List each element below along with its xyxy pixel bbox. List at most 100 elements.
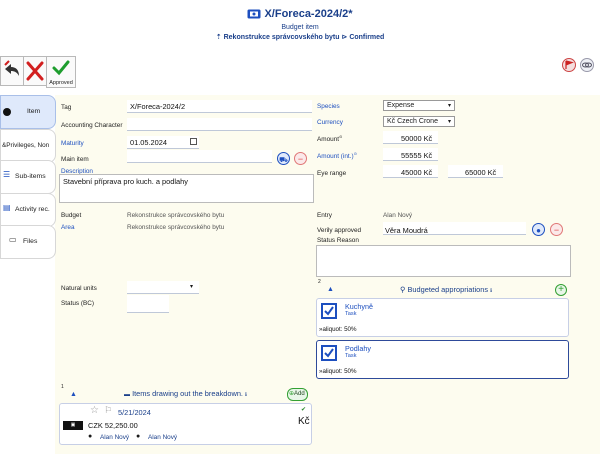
breadcrumb-project[interactable]: Rekonstrukce správcovského bytu [224, 34, 340, 41]
main-item-field[interactable] [127, 150, 272, 163]
add-appropriation-button[interactable]: + [555, 284, 567, 296]
chevron-down-icon: ▾ [447, 103, 451, 109]
appropriation-aliquot: »aliquot: 50% [319, 326, 357, 333]
header-title: X/Foreca-2024/2* [0, 8, 600, 20]
info-icon: ℹ [490, 288, 492, 294]
maturity-value: 01.05.2024 [130, 138, 167, 147]
eye-range-from-value: 45000 Kč [401, 168, 433, 177]
appropriation-title: Podlahy [345, 344, 371, 353]
undo-button[interactable] [0, 56, 24, 86]
status-bc-field[interactable] [127, 295, 169, 313]
pick-main-item-button[interactable]: ⛟ [277, 152, 290, 165]
description-field[interactable]: Stavební přípravа pro kuch. a podlahy [59, 174, 314, 203]
amount-value: 50000 Kč [401, 134, 433, 143]
accounting-label: Accounting Character [61, 122, 123, 129]
chevron-down-icon[interactable]: ▾ [190, 283, 193, 290]
drawing-currency: Kč [298, 416, 310, 427]
description-value: Stavební přípravа pro kuch. a podlahy [63, 177, 188, 186]
drawing-title: ▬ Items drawing out the breakdown. ℹ [124, 389, 247, 398]
link-icon[interactable] [580, 58, 594, 72]
currency-label: Currency [317, 119, 343, 126]
hierarchy-icon: ⇡ [215, 34, 222, 41]
currency-select[interactable]: Kč Czech Crone ▾ [383, 116, 455, 127]
entry-value: Alan Nový [383, 212, 413, 219]
sidebar-item-activity[interactable]: ▤ Activity rec. [0, 193, 56, 227]
drawing-card[interactable]: ☆ ⚐ 5/21/2024 ▣ CZK 52,250.00 ✔ Kč ● Ala… [59, 403, 312, 445]
user-icon: ● [536, 226, 541, 235]
minus-icon: − [297, 154, 304, 164]
appropriation-type: Task [345, 353, 357, 359]
add-drawing-button[interactable]: ⊕Add [287, 388, 308, 401]
eye-range-label: Eye range [317, 170, 347, 177]
clear-main-item-button[interactable]: − [294, 152, 307, 165]
eye-range-to-value: 65000 Kč [465, 168, 497, 177]
species-label: Species [317, 103, 340, 110]
amount-label: Amount⊙ [317, 134, 343, 144]
sidebar-item-privileges[interactable]: &Privileges, Non [0, 129, 56, 163]
species-value: Expense [387, 102, 415, 109]
checkbox-checked-icon[interactable] [321, 303, 337, 319]
tag-value: X/Foreca-2024/2 [130, 102, 186, 111]
undo-icon [4, 60, 19, 76]
minus-icon: − [553, 225, 560, 235]
flag-icon[interactable] [562, 58, 576, 72]
pick-user-button[interactable]: ● [532, 223, 545, 236]
sidebar-item-label: Sub-items [15, 173, 46, 180]
verily-label: Verily approved [317, 227, 362, 234]
check-small-icon: ✔ [301, 407, 307, 413]
close-icon [26, 61, 44, 81]
tag-label: Tag [61, 104, 72, 111]
collapse-icon[interactable]: ▲ [70, 391, 77, 398]
appropriation-title: Kuchyně [345, 302, 373, 311]
sidebar-item-label: Files [23, 238, 38, 245]
area-label: Area [61, 224, 75, 231]
calendar-icon[interactable] [190, 138, 197, 145]
currency-value: Kč Czech Crone [387, 118, 438, 125]
entry-label: Entry [317, 212, 332, 219]
sidebar-item-files[interactable]: ▭ Files [0, 225, 56, 259]
sidebar-item-item[interactable]: Item [0, 95, 56, 129]
species-select[interactable]: Expense ▾ [383, 100, 455, 111]
sidebar-item-label: Activity rec. [15, 206, 50, 213]
item-dot-icon [3, 108, 11, 116]
checkbox-checked-icon[interactable] [321, 345, 337, 361]
appropriations-count: 2 [318, 279, 321, 285]
approve-label: Approved [49, 80, 73, 86]
sidebar-item-label: Item [27, 108, 41, 115]
budget-value: Rekonstrukce správcovského bytu [127, 212, 225, 219]
chevron-down-icon: ▾ [447, 119, 451, 125]
natural-units-field[interactable] [127, 281, 199, 294]
status-bc-label: Status (BC) [61, 300, 95, 307]
page-subtitle: Budget item [281, 24, 319, 31]
user-icon: ● [88, 433, 93, 440]
sidebar-item-subitems[interactable]: ☰ Sub-items [0, 160, 56, 194]
flag-outline-icon[interactable]: ⚐ [104, 405, 112, 416]
approve-button[interactable]: Approved [46, 56, 76, 88]
checkmark-icon [52, 60, 70, 76]
collapse-icon[interactable]: ▲ [327, 286, 334, 293]
document-icon: ▣ [63, 421, 83, 430]
appropriation-card[interactable]: Kuchyně Task »aliquot: 50% [316, 298, 569, 337]
file-icon: ▭ [9, 235, 17, 244]
accounting-field[interactable] [127, 118, 312, 131]
drawing-person: Alan Nový [100, 434, 130, 441]
appropriation-card[interactable]: Podlahy Task »aliquot: 50% [316, 340, 569, 379]
drawing-person: Alan Nový [148, 434, 178, 441]
appropriation-type: Task [345, 311, 357, 317]
star-icon[interactable]: ☆ [90, 405, 99, 416]
status-reason-field[interactable] [316, 245, 571, 277]
appropriations-title: ⚲ Budgeted appropriations ℹ [400, 285, 492, 294]
breadcrumb: ⇡ Rekonstrukce správcovského bytu ⊳ Conf… [0, 33, 600, 41]
maturity-label: Maturity [61, 140, 84, 147]
status-badge: Confirmed [349, 34, 385, 41]
budget-icon: ⚲ [400, 285, 406, 294]
sidebar-item-label: &Privileges, Non [2, 142, 50, 149]
cancel-button[interactable] [23, 56, 47, 86]
clear-user-button[interactable]: − [550, 223, 563, 236]
main-item-label: Main item [61, 156, 89, 163]
table-icon: ▬ [124, 392, 130, 398]
drawing-date: 5/21/2024 [118, 408, 151, 417]
page-title: X/Foreca-2024/2* [264, 8, 353, 20]
natural-units-label: Natural units [61, 285, 97, 292]
amount-int-label: Amount (int.)⊙ [317, 151, 357, 161]
